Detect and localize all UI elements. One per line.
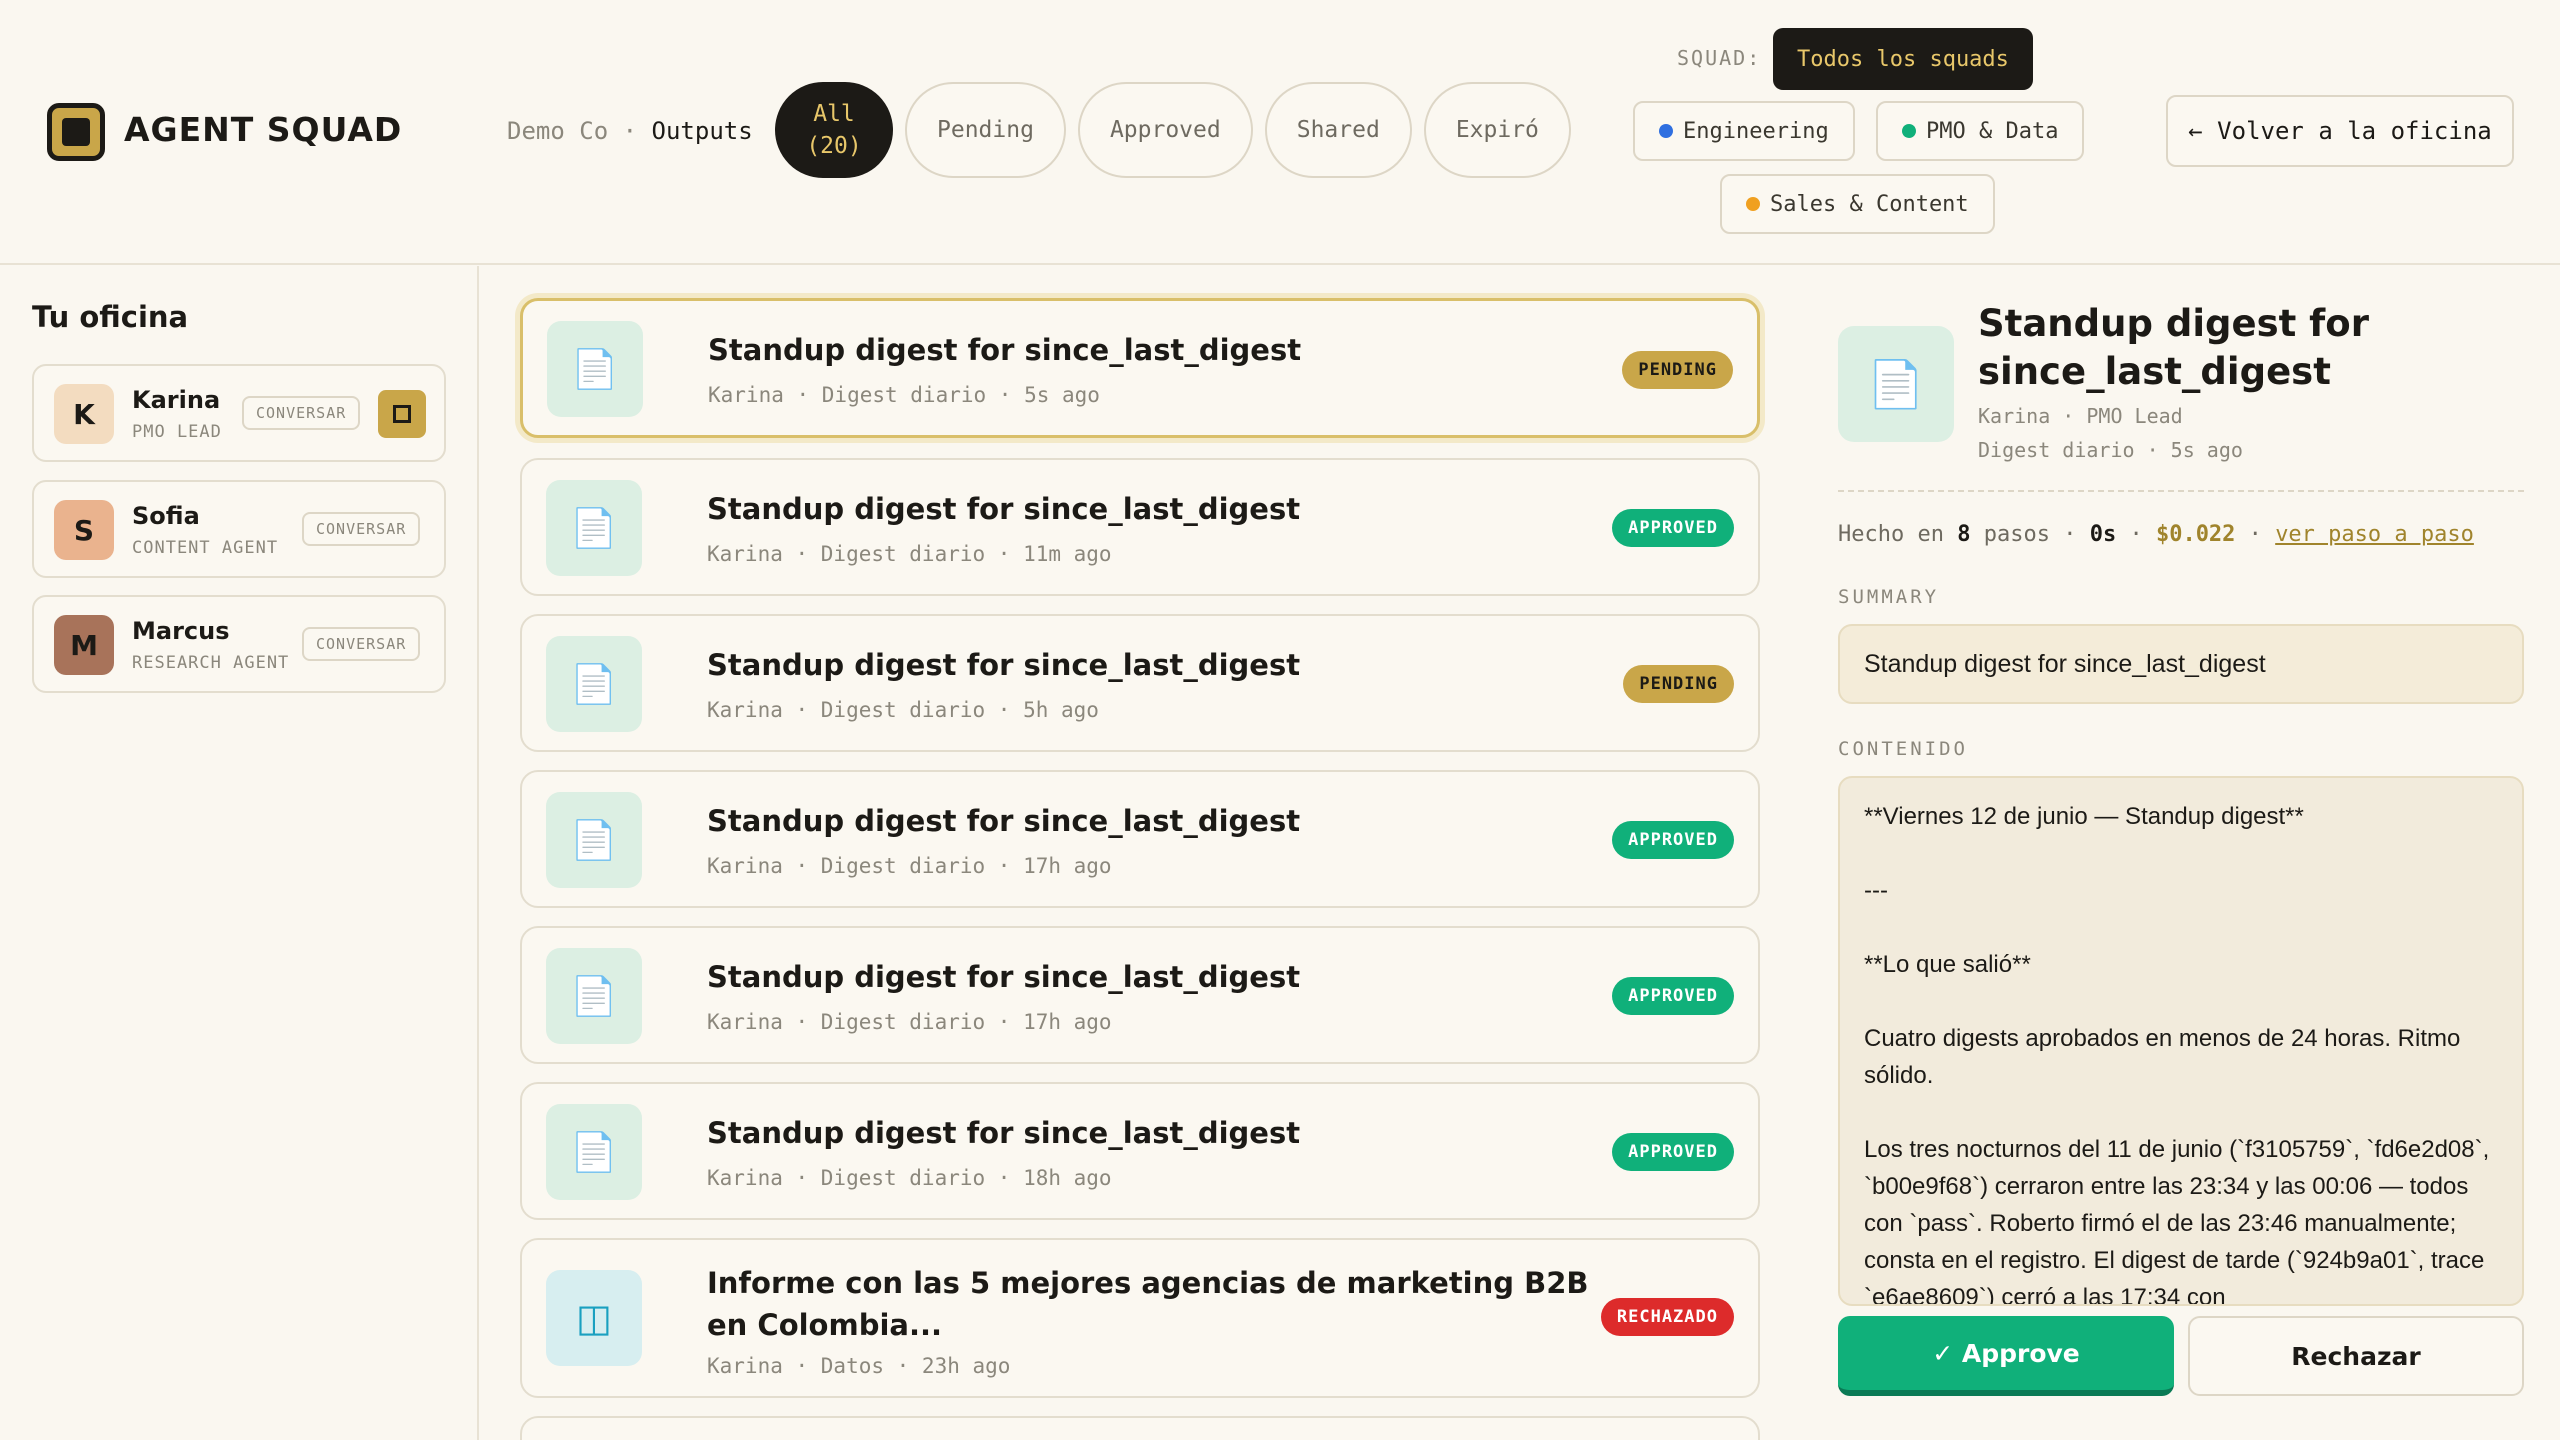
- content-box[interactable]: **Viernes 12 de junio — Standup digest**…: [1838, 776, 2524, 1306]
- document-icon: 📄: [546, 636, 642, 732]
- chat-button[interactable]: CONVERSAR: [302, 512, 421, 546]
- output-meta: Karina · Digest diario · 18h ago: [707, 1166, 1112, 1190]
- logo-icon: [47, 103, 105, 161]
- output-meta: Karina · Digest diario · 17h ago: [707, 854, 1112, 878]
- squad-filter-all[interactable]: Todos los squads: [1773, 28, 2033, 90]
- status-badge: APPROVED: [1612, 509, 1734, 547]
- output-card[interactable]: 📄 Standup digest for since_last_digest K…: [520, 1082, 1760, 1220]
- agent-role: RESEARCH AGENT: [132, 653, 290, 673]
- reject-button[interactable]: Rechazar: [2188, 1316, 2524, 1396]
- status-badge: PENDING: [1623, 665, 1734, 703]
- document-icon: 📄: [546, 1104, 642, 1200]
- tab-expired[interactable]: Expiró: [1423, 82, 1571, 178]
- pmo-data-dot-icon: [1902, 124, 1916, 138]
- outputs-list: 📄 Standup digest for since_last_digest K…: [480, 266, 1800, 1440]
- breadcrumb-separator: ·: [622, 117, 638, 145]
- output-title: Standup digest for since_last_digest: [707, 492, 1301, 526]
- output-meta: Karina · Digest diario · 11m ago: [707, 542, 1112, 566]
- output-card[interactable]: ◫ Informe con las 5 mejores agencias de …: [520, 1238, 1760, 1398]
- output-title: Standup digest for since_last_digest: [707, 960, 1301, 994]
- sidebar-title: Tu oficina: [32, 300, 189, 334]
- output-title: Standup digest for since_last_digest: [708, 333, 1302, 367]
- status-badge: RECHAZADO: [1600, 1298, 1734, 1336]
- squad-label: SQUAD:: [1677, 46, 1762, 70]
- sales-content-dot-icon: [1746, 197, 1760, 211]
- output-card[interactable]: 📄 Standup digest for since_last_digest K…: [520, 458, 1760, 596]
- agent-card-sofia[interactable]: S Sofia CONTENT AGENT CONVERSAR: [32, 480, 446, 578]
- duration: 0s: [2089, 522, 2117, 547]
- cost: $0.022: [2155, 522, 2236, 547]
- document-icon: 📄: [546, 480, 642, 576]
- content-label: CONTENIDO: [1838, 738, 1968, 760]
- steps-prefix: Hecho en: [1838, 522, 1944, 547]
- document-icon: 📄: [1838, 326, 1954, 442]
- tab-all[interactable]: All (20): [775, 82, 893, 178]
- output-title: Standup digest for since_last_digest: [707, 804, 1301, 838]
- divider: [1838, 490, 2524, 492]
- squad-filter-label: PMO & Data: [1926, 118, 2059, 144]
- status-badge: APPROVED: [1612, 821, 1734, 859]
- avatar: K: [54, 384, 114, 444]
- breadcrumb-company[interactable]: Demo Co: [507, 117, 608, 145]
- output-meta: Karina · Digest diario · 5h ago: [707, 698, 1099, 722]
- avatar: S: [54, 500, 114, 560]
- agent-role: CONTENT AGENT: [132, 538, 279, 558]
- agent-card-karina[interactable]: K Karina PMO LEAD CONVERSAR: [32, 364, 446, 462]
- output-card[interactable]: 📄 Standup digest for since_last_digest K…: [520, 770, 1760, 908]
- output-title: Standup digest for since_last_digest: [707, 1116, 1301, 1150]
- summary-box: Standup digest for since_last_digest: [1838, 624, 2524, 704]
- status-badge: PENDING: [1622, 351, 1733, 389]
- status-badge: APPROVED: [1612, 977, 1734, 1015]
- tab-shared[interactable]: Shared: [1264, 82, 1412, 178]
- output-card[interactable]: 📄 Standup digest for since_last_digest K…: [520, 298, 1760, 438]
- agent-name: Karina: [132, 386, 221, 414]
- chat-button[interactable]: CONVERSAR: [302, 627, 421, 661]
- output-card[interactable]: [520, 1416, 1760, 1440]
- output-meta: Karina · Digest diario · 17h ago: [707, 1010, 1112, 1034]
- steps-count: 8: [1957, 522, 1971, 547]
- agent-name: Marcus: [132, 617, 230, 645]
- squad-filter-sales-content[interactable]: Sales & Content: [1720, 174, 1995, 234]
- tab-approved[interactable]: Approved: [1077, 82, 1253, 178]
- document-icon: 📄: [546, 948, 642, 1044]
- output-title: Standup digest for since_last_digest: [707, 648, 1301, 682]
- status-badge: APPROVED: [1612, 1133, 1734, 1171]
- status-tabs: All (20) Pending Approved Shared Expiró: [775, 82, 1571, 178]
- squad-filter-label: Sales & Content: [1770, 191, 1969, 217]
- chat-button[interactable]: CONVERSAR: [242, 396, 361, 430]
- brand-name: AGENT SQUAD: [124, 110, 403, 149]
- breadcrumb: Demo Co · Outputs: [507, 117, 753, 145]
- table-icon: ◫: [546, 1270, 642, 1366]
- agent-role: PMO LEAD: [132, 422, 222, 442]
- squad-filter-pmo-data[interactable]: PMO & Data: [1876, 101, 2085, 161]
- output-meta: Karina · Digest diario · 5s ago: [708, 383, 1100, 407]
- output-card[interactable]: 📄 Standup digest for since_last_digest K…: [520, 614, 1760, 752]
- run-stats: Hecho en 8 pasos · 0s · $0.022 · ver pas…: [1838, 522, 2474, 547]
- tab-pending[interactable]: Pending: [905, 82, 1066, 178]
- squad-filter-engineering[interactable]: Engineering: [1633, 101, 1855, 161]
- approve-button[interactable]: ✓ Approve: [1838, 1316, 2174, 1396]
- document-icon: 📄: [547, 321, 643, 417]
- summary-label: SUMMARY: [1838, 586, 1940, 608]
- top-bar: AGENT SQUAD Demo Co · Outputs All (20) P…: [0, 0, 2560, 265]
- engineering-dot-icon: [1659, 124, 1673, 138]
- output-meta: Karina · Datos · 23h ago: [707, 1354, 1011, 1378]
- output-title: Informe con las 5 mejores agencias de ma…: [707, 1266, 1589, 1342]
- squad-filter-label: Engineering: [1683, 118, 1829, 144]
- back-to-office-button[interactable]: ← Volver a la oficina: [2166, 95, 2514, 167]
- window-icon[interactable]: [378, 390, 426, 438]
- output-card[interactable]: 📄 Standup digest for since_last_digest K…: [520, 926, 1760, 1064]
- agent-card-marcus[interactable]: M Marcus RESEARCH AGENT CONVERSAR: [32, 595, 446, 693]
- breadcrumb-current: Outputs: [651, 117, 753, 145]
- detail-title: Standup digest for since_last_digest: [1978, 302, 2369, 393]
- detail-author: Karina · PMO Lead: [1978, 404, 2183, 428]
- steps-word: pasos: [1983, 522, 2050, 547]
- document-icon: 📄: [546, 792, 642, 888]
- agent-name: Sofia: [132, 502, 200, 530]
- avatar: M: [54, 615, 114, 675]
- view-steps-link[interactable]: ver paso a paso: [2275, 522, 2474, 547]
- detail-meta: Digest diario · 5s ago: [1978, 438, 2243, 462]
- detail-panel: 📄 Standup digest for since_last_digest K…: [1802, 266, 2560, 1440]
